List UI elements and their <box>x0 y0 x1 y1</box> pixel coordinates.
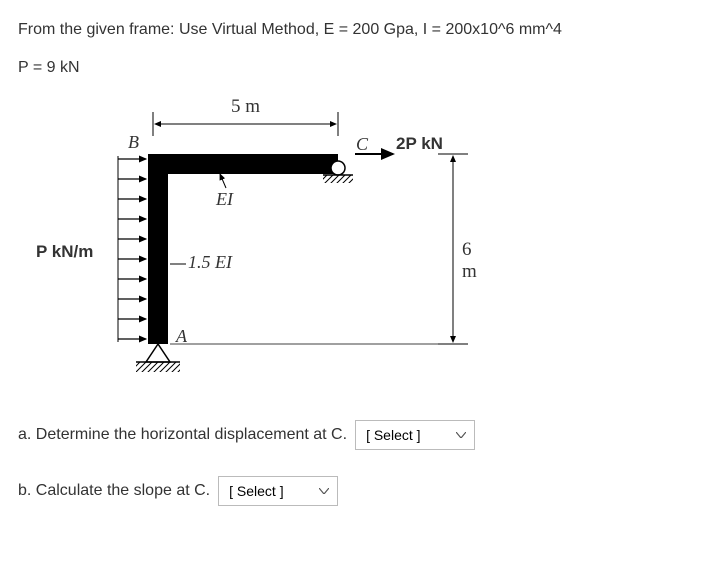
member-ab <box>148 154 168 344</box>
dim-right-label: 6 m <box>462 239 488 283</box>
problem-statement-line1: From the given frame: Use Virtual Method… <box>18 18 689 42</box>
ei-left-label: 1.5 EI <box>188 252 232 273</box>
ei-top-pointer <box>220 174 226 188</box>
node-b-label: B <box>128 132 139 153</box>
ei-top-label: EI <box>216 189 233 210</box>
node-a-label: A <box>176 326 187 347</box>
question-a-row: a. Determine the horizontal displacement… <box>18 420 689 450</box>
question-a-select[interactable]: [ Select ] <box>355 420 475 450</box>
distributed-load-arrows <box>118 156 146 342</box>
question-a-text: a. Determine the horizontal displacement… <box>18 426 347 444</box>
distributed-load-label: P kN/m <box>36 242 93 262</box>
member-bc <box>148 154 338 174</box>
problem-statement-line2: P = 9 kN <box>18 56 689 80</box>
point-load-label: 2P kN <box>396 134 443 154</box>
frame-diagram: B C A 5 m 6 m P kN/m 2P kN EI 1.5 EI <box>18 94 488 394</box>
question-b-row: b. Calculate the slope at C. [ Select ] <box>18 476 689 506</box>
pin-support-a <box>136 344 180 372</box>
question-b-text: b. Calculate the slope at C. <box>18 482 210 500</box>
question-b-select[interactable]: [ Select ] <box>218 476 338 506</box>
node-c-label: C <box>356 134 368 155</box>
dim-top-label: 5 m <box>231 96 260 118</box>
